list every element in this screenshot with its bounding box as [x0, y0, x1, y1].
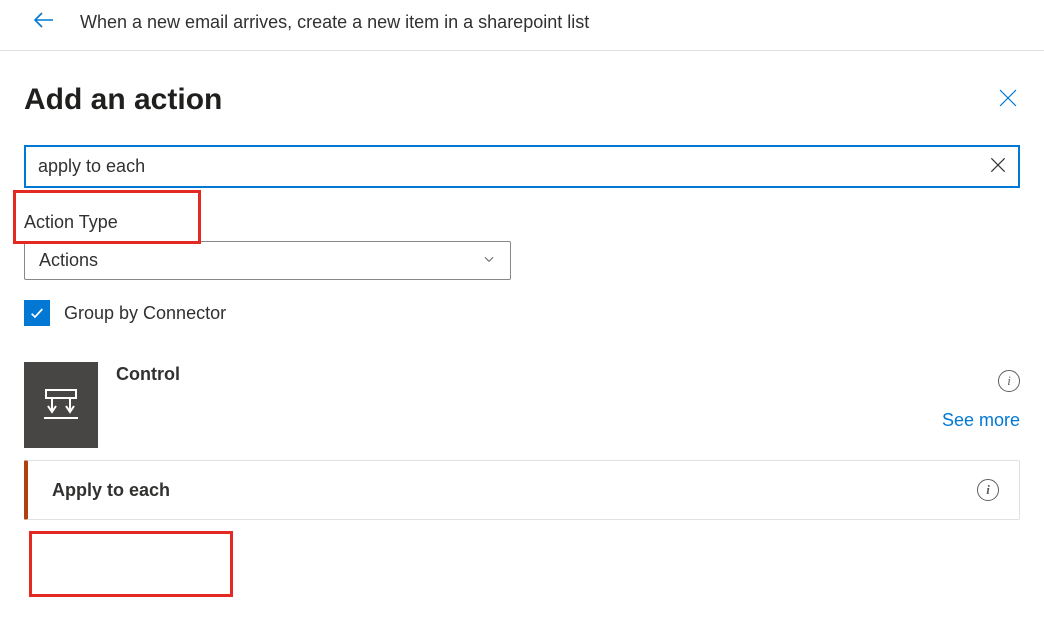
control-connector-icon[interactable]: [24, 362, 98, 448]
action-type-label: Action Type: [24, 212, 1020, 233]
clear-search-icon[interactable]: [988, 155, 1008, 179]
topbar-title: When a new email arrives, create a new i…: [80, 12, 589, 33]
search-input[interactable]: [24, 145, 1020, 188]
highlight-marker: [29, 531, 233, 597]
connector-title: Control: [116, 364, 180, 385]
chevron-down-icon: [482, 252, 496, 269]
action-result-apply-to-each[interactable]: Apply to each i: [24, 460, 1020, 520]
back-arrow-icon[interactable]: [32, 8, 56, 36]
action-type-value: Actions: [39, 250, 98, 271]
action-result-label: Apply to each: [52, 480, 170, 501]
info-icon[interactable]: i: [977, 479, 999, 501]
group-by-connector-row[interactable]: Group by Connector: [24, 300, 1020, 326]
action-type-select[interactable]: Actions: [24, 241, 511, 280]
topbar: When a new email arrives, create a new i…: [0, 0, 1044, 51]
see-more-link[interactable]: See more: [942, 410, 1020, 431]
add-action-panel: Add an action Action Type Actions: [0, 51, 1044, 540]
connector-group: Control i See more: [24, 362, 1020, 448]
group-by-connector-label: Group by Connector: [64, 303, 226, 324]
group-by-connector-checkbox[interactable]: [24, 300, 50, 326]
panel-heading: Add an action: [24, 83, 222, 117]
info-icon[interactable]: i: [998, 370, 1020, 392]
close-icon[interactable]: [996, 86, 1020, 114]
search-wrap: [24, 145, 1020, 188]
